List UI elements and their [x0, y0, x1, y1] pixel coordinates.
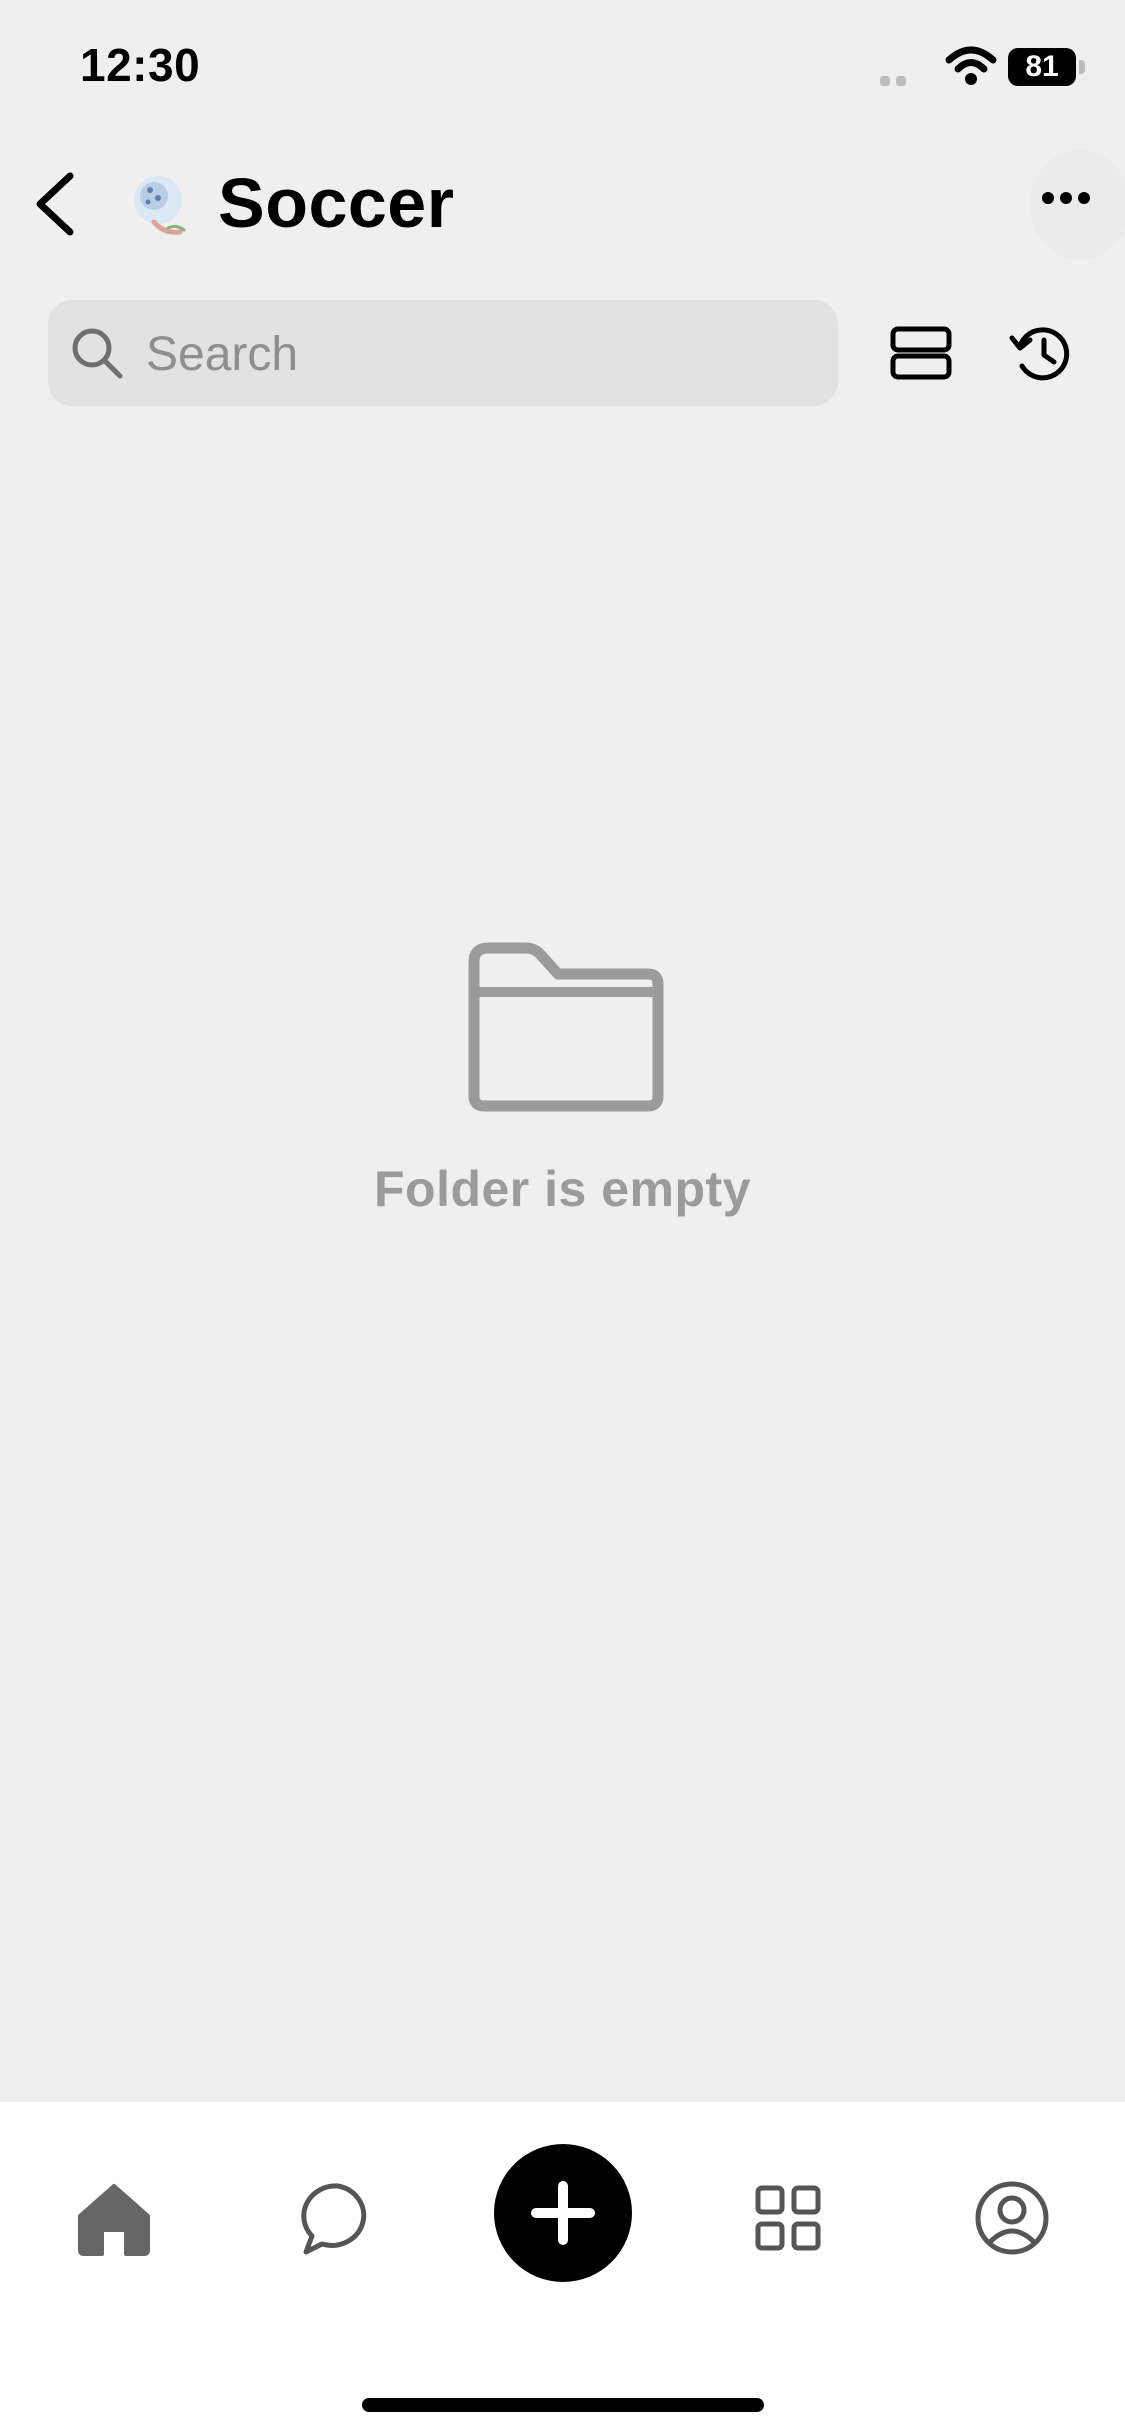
empty-state-message: Folder is empty — [373, 1161, 752, 1217]
search-input[interactable] — [144, 300, 808, 408]
chat-icon[interactable] — [298, 2178, 378, 2258]
plus-icon — [531, 2181, 595, 2245]
page-title: Soccer — [218, 164, 455, 242]
search-icon — [72, 328, 123, 379]
chevron-left-icon[interactable] — [28, 168, 88, 240]
folder-icon — [468, 942, 664, 1112]
list-view-icon[interactable] — [890, 326, 952, 380]
battery-indicator: 81 — [1008, 48, 1088, 86]
profile-icon[interactable] — [972, 2178, 1052, 2258]
status-time: 12:30 — [80, 39, 201, 91]
battery-cap — [1079, 60, 1085, 74]
more-options-button[interactable] — [1030, 150, 1125, 260]
search-bar[interactable] — [48, 300, 838, 408]
cellular-signal-icon — [880, 76, 906, 86]
battery-level: 81 — [1008, 48, 1076, 86]
create-button[interactable] — [494, 2144, 632, 2282]
ellipsis-icon — [1042, 192, 1090, 204]
wifi-icon — [945, 46, 997, 85]
home-icon[interactable] — [74, 2178, 154, 2258]
history-icon[interactable] — [1008, 322, 1074, 384]
folder-avatar-image — [134, 176, 186, 235]
grid-icon[interactable] — [748, 2178, 828, 2258]
home-indicator — [362, 2398, 764, 2412]
